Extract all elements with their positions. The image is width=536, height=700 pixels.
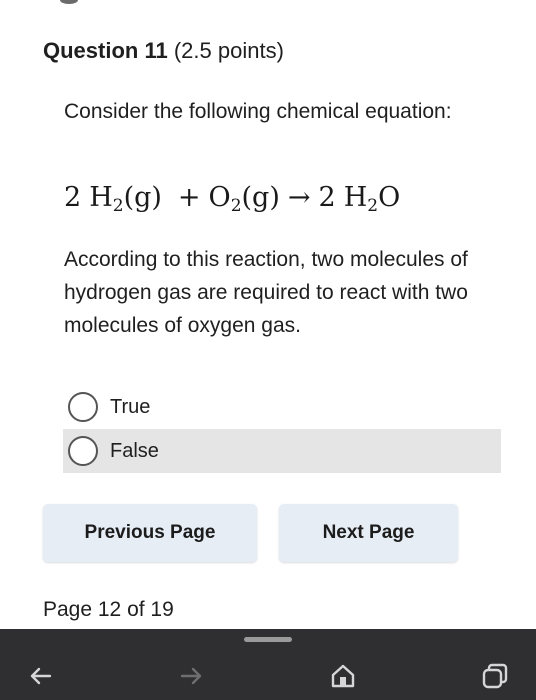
home-icon[interactable] — [328, 661, 358, 691]
back-arrow-icon[interactable] — [26, 661, 56, 691]
equation-element: H — [343, 182, 368, 213]
page-indicator: Page 12 of 19 — [43, 598, 174, 621]
scroll-edge-mark — [60, 0, 78, 4]
equation-state: (g) — [123, 182, 162, 213]
equation-coefficient: 2 — [64, 182, 82, 213]
question-number: Question 11 — [43, 38, 168, 63]
tabs-icon[interactable] — [480, 661, 510, 691]
equation-plus: + — [177, 182, 201, 213]
question-header: Question 11 (2.5 points) — [43, 36, 284, 66]
option-label-true: True — [110, 395, 151, 418]
radio-button-false[interactable] — [68, 436, 98, 466]
question-statement: According to this reaction, two molecule… — [64, 248, 468, 337]
drag-handle[interactable] — [244, 637, 292, 642]
equation-subscript: 2 — [112, 196, 124, 216]
next-page-button[interactable]: Next Page — [279, 504, 458, 562]
forward-arrow-icon[interactable] — [176, 661, 206, 691]
equation-coefficient: 2 — [318, 182, 336, 213]
equation-subscript: 2 — [230, 196, 242, 216]
question-points: (2.5 points) — [173, 38, 284, 63]
equation-state: (g) — [241, 182, 280, 213]
previous-page-button[interactable]: Previous Page — [43, 504, 257, 562]
radio-button-true[interactable] — [68, 392, 98, 422]
browser-toolbar — [0, 629, 536, 700]
option-label-false: False — [110, 439, 159, 462]
equation-element: H — [89, 182, 113, 213]
equation-element: O — [378, 182, 401, 213]
question-prompt: Consider the following chemical equation… — [64, 100, 452, 123]
answer-option-false[interactable]: False — [63, 429, 501, 473]
equation-arrow: → — [287, 182, 311, 213]
equation-element: O — [208, 182, 231, 213]
equation-subscript: 2 — [367, 196, 379, 216]
chemical-equation: 2 H2(g) + O2(g) → 2 H2O — [64, 178, 400, 226]
answer-option-true[interactable]: True — [63, 385, 501, 429]
